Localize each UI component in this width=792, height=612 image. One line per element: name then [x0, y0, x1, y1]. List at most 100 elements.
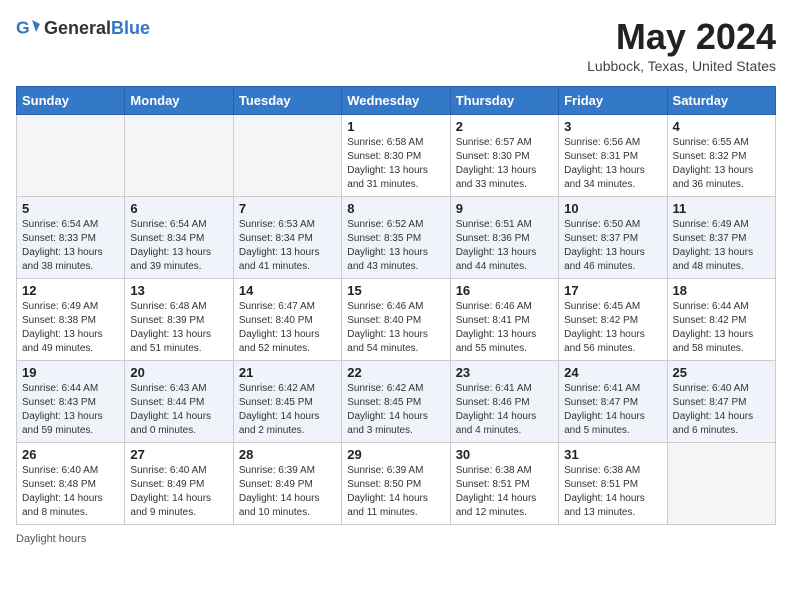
calendar-day-cell: 24Sunrise: 6:41 AMSunset: 8:47 PMDayligh… — [559, 361, 667, 443]
calendar-day-cell: 19 Sunrise: 6:44 AMSunset: 8:43 PMDayligh… — [17, 361, 125, 443]
day-info: Sunrise: 6:52 AMSunset: 8:35 PMDaylight:… — [347, 218, 444, 274]
calendar-day-cell — [125, 115, 233, 197]
day-number: 29 — [347, 447, 444, 462]
day-number: 5 — [22, 201, 119, 216]
day-info: Sunrise: 6:40 AMSunset: 8:48 PMDaylight:… — [22, 464, 119, 520]
day-info: Sunrise: 6:56 AMSunset: 8:31 PMDaylight:… — [564, 136, 661, 192]
calendar-day-cell: 28 Sunrise: 6:39 AMSunset: 8:49 PMDayligh… — [233, 443, 341, 525]
day-number: 6 — [130, 201, 227, 216]
calendar-week-row: 1 Sunrise: 6:58 AMSunset: 8:30 PMDaylight… — [17, 115, 776, 197]
day-of-week-header: Thursday — [450, 87, 558, 115]
month-title: May 2024 — [587, 16, 776, 58]
day-info: Sunrise: 6:54 AMSunset: 8:34 PMDaylight:… — [130, 218, 227, 274]
day-info: Sunrise: 6:49 AMSunset: 8:37 PMDaylight:… — [673, 218, 770, 274]
day-info: Sunrise: 6:55 AMSunset: 8:32 PMDaylight:… — [673, 136, 770, 192]
calendar-week-row: 19 Sunrise: 6:44 AMSunset: 8:43 PMDayligh… — [17, 361, 776, 443]
day-info: Sunrise: 6:54 AMSunset: 8:33 PMDaylight:… — [22, 218, 119, 274]
calendar-day-cell: 16 Sunrise: 6:46 AMSunset: 8:41 PMDayligh… — [450, 279, 558, 361]
calendar-header-row: SundayMondayTuesdayWednesdayThursdayFrid… — [17, 87, 776, 115]
calendar-day-cell: 30 Sunrise: 6:38 AMSunset: 8:51 PMDayligh… — [450, 443, 558, 525]
calendar-day-cell: 23 Sunrise: 6:41 AMSunset: 8:46 PMDayligh… — [450, 361, 558, 443]
calendar-day-cell: 5 Sunrise: 6:54 AMSunset: 8:33 PMDaylight… — [17, 197, 125, 279]
day-info: Sunrise: 6:46 AMSunset: 8:41 PMDaylight:… — [456, 300, 553, 356]
day-number: 20 — [130, 365, 227, 380]
calendar-day-cell: 25 Sunrise: 6:40 AMSunset: 8:47 PMDayligh… — [667, 361, 775, 443]
day-info: Sunrise: 6:48 AMSunset: 8:39 PMDaylight:… — [130, 300, 227, 356]
day-info: Sunrise: 6:42 AMSunset: 8:45 PMDaylight:… — [347, 382, 444, 438]
day-number: 4 — [673, 119, 770, 134]
calendar-day-cell: 11 Sunrise: 6:49 AMSunset: 8:37 PMDayligh… — [667, 197, 775, 279]
day-number: 16 — [456, 283, 553, 298]
calendar-day-cell: 7 Sunrise: 6:53 AMSunset: 8:34 PMDaylight… — [233, 197, 341, 279]
calendar-day-cell: 9 Sunrise: 6:51 AMSunset: 8:36 PMDaylight… — [450, 197, 558, 279]
day-number: 8 — [347, 201, 444, 216]
calendar-day-cell: 18 Sunrise: 6:44 AMSunset: 8:42 PMDayligh… — [667, 279, 775, 361]
calendar-day-cell: 26 Sunrise: 6:40 AMSunset: 8:48 PMDayligh… — [17, 443, 125, 525]
calendar-day-cell: 6 Sunrise: 6:54 AMSunset: 8:34 PMDaylight… — [125, 197, 233, 279]
day-info: Sunrise: 6:44 AMSunset: 8:42 PMDaylight:… — [673, 300, 770, 356]
calendar-day-cell: 10 Sunrise: 6:50 AMSunset: 8:37 PMDayligh… — [559, 197, 667, 279]
day-number: 13 — [130, 283, 227, 298]
calendar-day-cell: 17Sunrise: 6:45 AMSunset: 8:42 PMDayligh… — [559, 279, 667, 361]
day-number: 10 — [564, 201, 661, 216]
logo-text-blue: Blue — [111, 18, 150, 38]
day-of-week-header: Wednesday — [342, 87, 450, 115]
calendar-day-cell: 22 Sunrise: 6:42 AMSunset: 8:45 PMDayligh… — [342, 361, 450, 443]
logo: G GeneralBlue — [16, 16, 150, 40]
day-info: Sunrise: 6:38 AMSunset: 8:51 PMDaylight:… — [564, 464, 661, 520]
day-number: 21 — [239, 365, 336, 380]
day-number: 22 — [347, 365, 444, 380]
calendar-day-cell: 21Sunrise: 6:42 AMSunset: 8:45 PMDayligh… — [233, 361, 341, 443]
day-info: Sunrise: 6:41 AMSunset: 8:46 PMDaylight:… — [456, 382, 553, 438]
day-info: Sunrise: 6:49 AMSunset: 8:38 PMDaylight:… — [22, 300, 119, 356]
day-info: Sunrise: 6:39 AMSunset: 8:49 PMDaylight:… — [239, 464, 336, 520]
day-info: Sunrise: 6:43 AMSunset: 8:44 PMDaylight:… — [130, 382, 227, 438]
day-number: 18 — [673, 283, 770, 298]
footer: Daylight hours — [16, 533, 776, 545]
calendar-day-cell: 8 Sunrise: 6:52 AMSunset: 8:35 PMDaylight… — [342, 197, 450, 279]
day-info: Sunrise: 6:40 AMSunset: 8:47 PMDaylight:… — [673, 382, 770, 438]
logo-text-general: General — [44, 18, 111, 38]
day-number: 9 — [456, 201, 553, 216]
day-number: 31 — [564, 447, 661, 462]
day-number: 7 — [239, 201, 336, 216]
svg-text:G: G — [16, 18, 30, 38]
calendar-day-cell — [233, 115, 341, 197]
day-info: Sunrise: 6:51 AMSunset: 8:36 PMDaylight:… — [456, 218, 553, 274]
day-info: Sunrise: 6:45 AMSunset: 8:42 PMDaylight:… — [564, 300, 661, 356]
calendar-day-cell: 3Sunrise: 6:56 AMSunset: 8:31 PMDaylight… — [559, 115, 667, 197]
day-info: Sunrise: 6:46 AMSunset: 8:40 PMDaylight:… — [347, 300, 444, 356]
day-of-week-header: Sunday — [17, 87, 125, 115]
calendar-week-row: 26 Sunrise: 6:40 AMSunset: 8:48 PMDayligh… — [17, 443, 776, 525]
logo-icon: G — [16, 16, 40, 40]
day-info: Sunrise: 6:58 AMSunset: 8:30 PMDaylight:… — [347, 136, 444, 192]
calendar-day-cell: 12Sunrise: 6:49 AMSunset: 8:38 PMDayligh… — [17, 279, 125, 361]
day-number: 28 — [239, 447, 336, 462]
day-info: Sunrise: 6:44 AMSunset: 8:43 PMDaylight:… — [22, 382, 119, 438]
calendar-week-row: 12Sunrise: 6:49 AMSunset: 8:38 PMDayligh… — [17, 279, 776, 361]
day-number: 1 — [347, 119, 444, 134]
day-number: 19 — [22, 365, 119, 380]
location: Lubbock, Texas, United States — [587, 58, 776, 74]
day-info: Sunrise: 6:50 AMSunset: 8:37 PMDaylight:… — [564, 218, 661, 274]
day-number: 26 — [22, 447, 119, 462]
calendar-day-cell: 31 Sunrise: 6:38 AMSunset: 8:51 PMDayligh… — [559, 443, 667, 525]
day-info: Sunrise: 6:47 AMSunset: 8:40 PMDaylight:… — [239, 300, 336, 356]
day-info: Sunrise: 6:57 AMSunset: 8:30 PMDaylight:… — [456, 136, 553, 192]
day-number: 27 — [130, 447, 227, 462]
day-number: 23 — [456, 365, 553, 380]
calendar-week-row: 5 Sunrise: 6:54 AMSunset: 8:33 PMDaylight… — [17, 197, 776, 279]
day-number: 2 — [456, 119, 553, 134]
day-number: 30 — [456, 447, 553, 462]
calendar-day-cell: 4 Sunrise: 6:55 AMSunset: 8:32 PMDaylight… — [667, 115, 775, 197]
day-number: 11 — [673, 201, 770, 216]
day-number: 15 — [347, 283, 444, 298]
day-number: 25 — [673, 365, 770, 380]
calendar-day-cell: 27 Sunrise: 6:40 AMSunset: 8:49 PMDayligh… — [125, 443, 233, 525]
day-of-week-header: Monday — [125, 87, 233, 115]
day-info: Sunrise: 6:40 AMSunset: 8:49 PMDaylight:… — [130, 464, 227, 520]
day-info: Sunrise: 6:53 AMSunset: 8:34 PMDaylight:… — [239, 218, 336, 274]
day-info: Sunrise: 6:38 AMSunset: 8:51 PMDaylight:… — [456, 464, 553, 520]
daylight-label: Daylight hours — [16, 533, 86, 545]
day-number: 14 — [239, 283, 336, 298]
